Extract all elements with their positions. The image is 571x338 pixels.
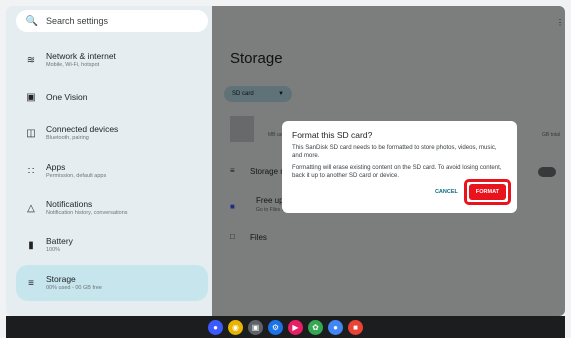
photos-icon[interactable]: ✿ xyxy=(308,319,323,335)
sidebar-item-subtitle: Notification history, conversations xyxy=(46,209,128,216)
format-highlight-box: FORMAT xyxy=(463,179,511,205)
sidebar-item-title: Notifications xyxy=(46,199,93,209)
sidebar-item-apps[interactable]: ∷ Apps Permission, default apps xyxy=(16,162,208,179)
search-icon: 🔍 xyxy=(25,15,39,27)
sidebar-item-title: Apps xyxy=(46,162,66,172)
storage-icon: ≡ xyxy=(28,277,34,289)
media-icon[interactable]: ▶ xyxy=(288,319,303,335)
sidebar-item-subtitle: Mobile, Wi-Fi, hotspot xyxy=(46,61,100,68)
taskbar: ● ◉ ▣ ⚙ ▶ ✿ ● ■ xyxy=(6,316,565,338)
sidebar-item-title: Storage xyxy=(46,273,76,284)
sidebar-item-storage[interactable]: ≡ Storage 00% used - 00 GB free xyxy=(16,265,208,301)
assistant-icon[interactable]: ● xyxy=(328,319,343,335)
search-placeholder: Search settings xyxy=(46,16,109,26)
sidebar-item-subtitle: Bluetooth, pairing xyxy=(46,134,89,141)
sidebar-item-one-vision[interactable]: ▣ One Vision xyxy=(16,92,208,103)
chrome-icon[interactable]: ◉ xyxy=(228,319,243,335)
sidebar-item-title: One Vision xyxy=(46,91,88,102)
wifi-icon: ≋ xyxy=(26,54,36,66)
sidebar-item-notifications[interactable]: △ Notifications Notification history, co… xyxy=(16,199,208,216)
settings-sidebar: 🔍 Search settings ≋ Network & internet M… xyxy=(6,6,212,316)
settings-window: 🔍 Search settings ≋ Network & internet M… xyxy=(6,6,565,316)
sidebar-item-battery[interactable]: ▮ Battery 100% xyxy=(16,236,208,253)
bell-icon: △ xyxy=(27,202,35,214)
sidebar-item-title: Network & internet xyxy=(46,51,116,61)
apps-grid-icon: ∷ xyxy=(27,165,35,177)
battery-icon: ▮ xyxy=(28,239,34,251)
launcher-icon[interactable]: ● xyxy=(208,319,223,335)
cancel-button[interactable]: CANCEL xyxy=(435,189,458,195)
sidebar-item-network[interactable]: ≋ Network & internet Mobile, Wi-Fi, hots… xyxy=(16,51,208,68)
search-bar[interactable]: 🔍 Search settings xyxy=(16,10,208,32)
games-icon[interactable]: ■ xyxy=(348,319,363,335)
dialog-body-2: Formatting will erase existing content o… xyxy=(292,163,502,179)
sidebar-item-connected-devices[interactable]: ◫ Connected devices Bluetooth, pairing xyxy=(16,124,208,141)
sidebar-item-subtitle: Permission, default apps xyxy=(46,172,107,179)
camera-icon[interactable]: ▣ xyxy=(248,319,263,335)
format-dialog: Format this SD card? This SanDisk SD car… xyxy=(282,121,517,213)
sidebar-item-title: Battery xyxy=(46,236,73,246)
sidebar-item-subtitle: 100% xyxy=(46,246,61,253)
format-button[interactable]: FORMAT xyxy=(468,184,506,200)
devices-icon: ◫ xyxy=(26,127,36,139)
sidebar-item-subtitle: 00% used - 00 GB free xyxy=(46,284,102,291)
dialog-actions: CANCEL FORMAT xyxy=(435,179,511,205)
dialog-title: Format this SD card? xyxy=(292,130,373,140)
square-icon: ▣ xyxy=(26,92,36,103)
sidebar-item-title: Connected devices xyxy=(46,124,119,134)
dialog-body-1: This SanDisk SD card needs to be formatt… xyxy=(292,144,497,159)
settings-icon[interactable]: ⚙ xyxy=(268,319,283,335)
